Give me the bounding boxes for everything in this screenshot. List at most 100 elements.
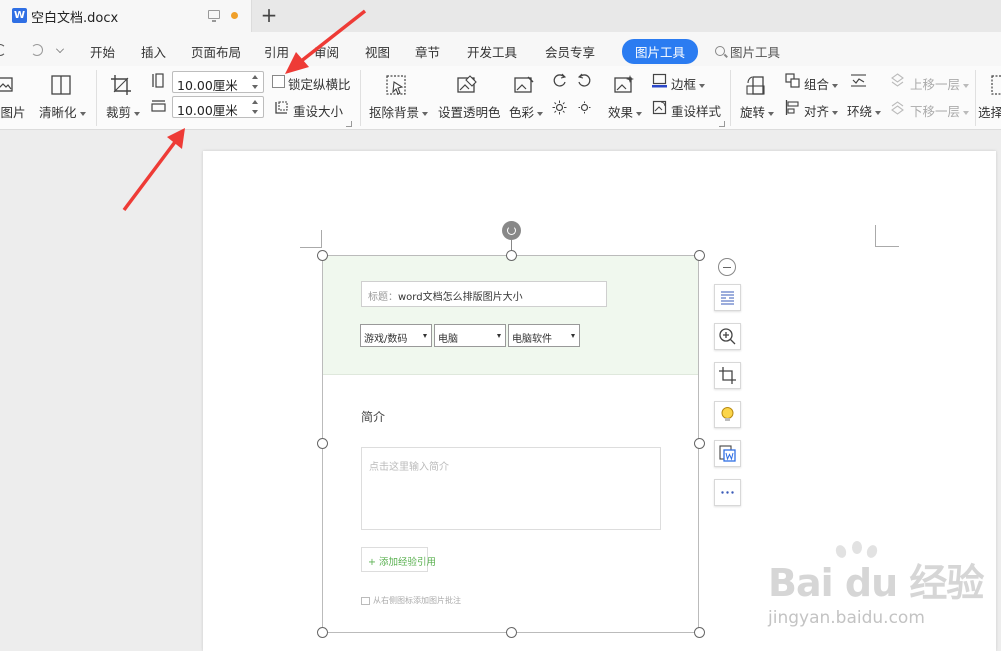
menu-picture-tools[interactable]: 图片工具 <box>622 39 699 64</box>
menu-view[interactable]: 视图 <box>365 42 390 61</box>
watermark-logo: Bai du 经验 <box>768 561 984 605</box>
set-transparent-color-icon[interactable] <box>456 74 478 96</box>
menu-member[interactable]: 会员专享 <box>545 42 595 61</box>
effect-button[interactable]: 效果 <box>608 102 643 121</box>
select-button[interactable]: 选择 <box>978 102 1001 121</box>
group-icon[interactable] <box>785 73 800 88</box>
contrast-increase-icon[interactable] <box>552 73 567 88</box>
selected-image[interactable]: 标题：word文档怎么排版图片大小 游戏/数码 电脑 电脑软件 简介 点击这里输… <box>322 255 699 633</box>
width-input[interactable]: 10.00厘米 <box>172 71 264 93</box>
redo-icon[interactable] <box>31 44 43 56</box>
remove-background-icon[interactable] <box>385 74 407 96</box>
menu-section[interactable]: 章节 <box>415 42 440 61</box>
align-label: 对齐 <box>804 104 830 119</box>
crop-image-button[interactable] <box>714 362 741 389</box>
menu-insert[interactable]: 插入 <box>141 42 166 61</box>
zoom-in-icon <box>719 328 736 345</box>
layout-options-button[interactable] <box>714 284 741 311</box>
rotate-icon[interactable] <box>745 74 767 96</box>
brightness-decrease-icon[interactable] <box>577 100 592 115</box>
brightness-increase-icon[interactable] <box>552 100 567 115</box>
resize-handle-top[interactable] <box>506 250 517 261</box>
chevron-down-icon <box>636 111 643 116</box>
ribbon-divider <box>96 70 97 126</box>
menu-review[interactable]: 审阅 <box>314 42 339 61</box>
border-icon[interactable] <box>652 73 667 88</box>
document-tab[interactable]: W 空白文档.docx <box>0 0 252 32</box>
menu-page-layout[interactable]: 页面布局 <box>191 42 241 61</box>
select-icon[interactable] <box>990 74 1001 96</box>
search-label[interactable]: 图片工具 <box>730 42 780 61</box>
sharpen-label: 清晰化 <box>39 105 77 120</box>
chevron-down-icon <box>134 111 141 116</box>
margin-corner-mark <box>300 230 322 248</box>
resize-handle-left[interactable] <box>317 438 328 449</box>
quick-access-dropdown-icon[interactable] <box>56 45 64 53</box>
spin-down-icon[interactable] <box>252 85 258 89</box>
align-button[interactable]: 对齐 <box>804 101 839 120</box>
height-value: 10.00厘米 <box>177 103 238 118</box>
sharpen-button[interactable]: 清晰化 <box>39 102 86 121</box>
ellipsis-icon <box>721 491 734 494</box>
remove-background-label: 抠除背景 <box>369 105 420 120</box>
ribbon-divider <box>730 70 731 126</box>
spin-up-icon[interactable] <box>252 75 258 79</box>
menu-developer[interactable]: 开发工具 <box>467 42 517 61</box>
collapse-toolbar-icon[interactable] <box>718 258 736 276</box>
align-icon[interactable] <box>785 100 800 115</box>
rotate-button[interactable]: 旋转 <box>740 102 775 121</box>
new-tab-button[interactable]: + <box>259 4 279 26</box>
change-picture-button[interactable]: 换图片 <box>0 102 26 121</box>
rotate-handle-icon[interactable] <box>502 221 521 240</box>
wrap-button[interactable]: 环绕 <box>847 101 882 120</box>
sharpen-icon[interactable] <box>50 74 72 96</box>
search-icon[interactable] <box>715 46 725 56</box>
resize-handle-top-right[interactable] <box>694 250 705 261</box>
reset-size-button[interactable]: 重设大小 <box>293 101 343 120</box>
lock-ratio-label[interactable]: 锁定纵横比 <box>288 74 351 93</box>
send-backward-icon <box>891 101 904 115</box>
width-value: 10.00厘米 <box>177 78 238 93</box>
more-options-button[interactable] <box>714 479 741 506</box>
crop-button[interactable]: 裁剪 <box>106 102 141 121</box>
spin-down-icon[interactable] <box>252 110 258 114</box>
border-label: 边框 <box>671 77 697 92</box>
effect-icon[interactable] <box>613 74 635 96</box>
chevron-down-icon <box>768 111 775 116</box>
title-bar: W 空白文档.docx + <box>0 0 1001 32</box>
undo-icon[interactable] <box>0 44 6 56</box>
smart-tips-button[interactable] <box>714 401 741 428</box>
zoom-image-button[interactable] <box>714 323 741 350</box>
crop-icon[interactable] <box>110 74 132 96</box>
spin-up-icon[interactable] <box>252 100 258 104</box>
source-note-text: 从右侧图标添加图片批注 <box>373 596 461 605</box>
menu-references[interactable]: 引用 <box>264 42 289 61</box>
border-button[interactable]: 边框 <box>671 74 706 93</box>
remove-background-button[interactable]: 抠除背景 <box>369 102 429 121</box>
resize-handle-bottom[interactable] <box>506 627 517 638</box>
color-button[interactable]: 色彩 <box>509 102 544 121</box>
size-dialog-launcher-icon[interactable] <box>346 121 352 127</box>
color-icon[interactable] <box>513 74 535 96</box>
resize-handle-bottom-right[interactable] <box>694 627 705 638</box>
reset-style-icon[interactable] <box>652 100 667 115</box>
ribbon-toolbar: 换图片 清晰化 裁剪 10.00厘米 10.00厘米 锁定纵横比 重设大小 抠除… <box>0 66 1001 130</box>
lock-ratio-checkbox[interactable] <box>272 75 285 88</box>
height-input[interactable]: 10.00厘米 <box>172 96 264 118</box>
resize-handle-bottom-left[interactable] <box>317 627 328 638</box>
change-picture-icon[interactable] <box>0 74 16 96</box>
reset-size-icon[interactable] <box>274 100 289 115</box>
set-transparent-color-button[interactable]: 设置透明色 <box>438 102 501 121</box>
reset-style-button[interactable]: 重设样式 <box>671 101 721 120</box>
resize-handle-right[interactable] <box>694 438 705 449</box>
resize-handle-top-left[interactable] <box>317 250 328 261</box>
color-label: 色彩 <box>509 105 535 120</box>
group-button[interactable]: 组合 <box>804 74 839 93</box>
monitor-icon[interactable] <box>208 10 220 22</box>
picture-dialog-launcher-icon[interactable] <box>719 121 725 127</box>
unsaved-indicator-icon <box>231 12 238 19</box>
picture-to-text-button[interactable] <box>714 440 741 467</box>
contrast-decrease-icon[interactable] <box>577 73 592 88</box>
menu-home[interactable]: 开始 <box>90 42 115 61</box>
wrap-icon[interactable] <box>851 73 866 88</box>
